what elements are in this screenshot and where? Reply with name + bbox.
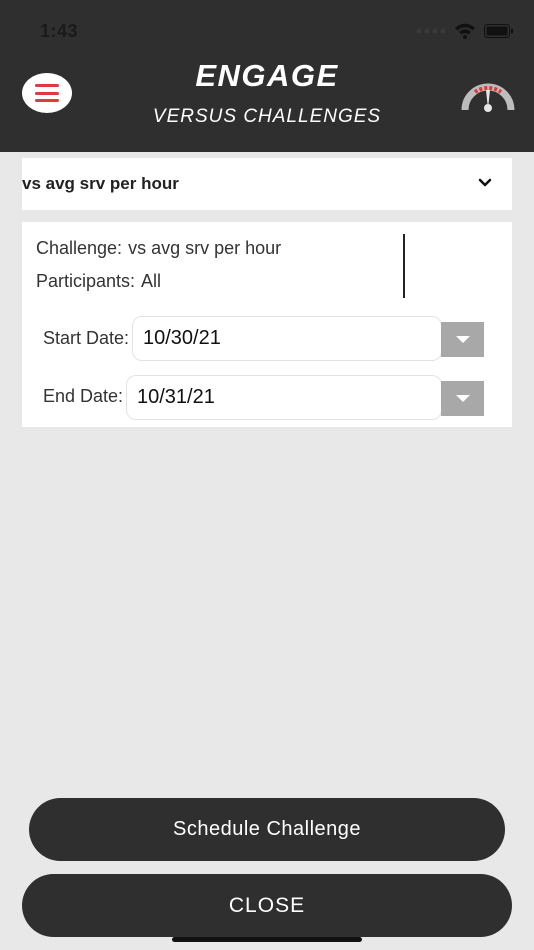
schedule-challenge-button[interactable]: Schedule Challenge bbox=[29, 798, 505, 861]
status-icons bbox=[416, 23, 514, 39]
participants-label: Participants: bbox=[36, 271, 136, 291]
text-cursor bbox=[403, 234, 405, 298]
triangle-down-icon bbox=[455, 395, 470, 402]
app-title: ENGAGE bbox=[195, 58, 339, 93]
end-date-label: End Date: bbox=[43, 386, 124, 406]
app-header: 1:43 ENGAGE VERSUS CHALLENGES bbox=[0, 0, 534, 152]
challenge-label: Challenge: bbox=[36, 238, 123, 258]
status-time: 1:43 bbox=[40, 21, 79, 41]
challenge-row: Challenge: vs avg srv per hour bbox=[36, 238, 281, 259]
wifi-icon bbox=[455, 23, 475, 39]
start-date-label: Start Date: bbox=[43, 328, 130, 348]
start-date-dropdown-button[interactable] bbox=[441, 322, 484, 357]
battery-icon bbox=[484, 24, 513, 38]
triangle-down-icon bbox=[455, 336, 470, 343]
end-date-dropdown-button[interactable] bbox=[441, 381, 484, 416]
end-date-field[interactable]: 10/31/21 bbox=[126, 375, 442, 420]
start-date-field[interactable]: 10/30/21 bbox=[132, 316, 442, 361]
app-subtitle: VERSUS CHALLENGES bbox=[152, 106, 382, 127]
challenge-details-card: Challenge: vs avg srv per hour Participan… bbox=[22, 222, 512, 427]
chevron-down-icon bbox=[478, 178, 492, 187]
participants-value: All bbox=[141, 271, 162, 291]
challenge-dropdown-value: vs avg srv per hour bbox=[22, 174, 179, 193]
participants-row: Participants: All bbox=[36, 271, 161, 292]
speedometer-icon[interactable] bbox=[461, 76, 515, 114]
challenge-value: vs avg srv per hour bbox=[128, 238, 282, 258]
close-button[interactable]: CLOSE bbox=[22, 874, 512, 937]
signal-icon bbox=[416, 28, 446, 34]
home-indicator bbox=[172, 937, 362, 942]
challenge-dropdown[interactable]: vs avg srv per hour bbox=[22, 158, 512, 210]
